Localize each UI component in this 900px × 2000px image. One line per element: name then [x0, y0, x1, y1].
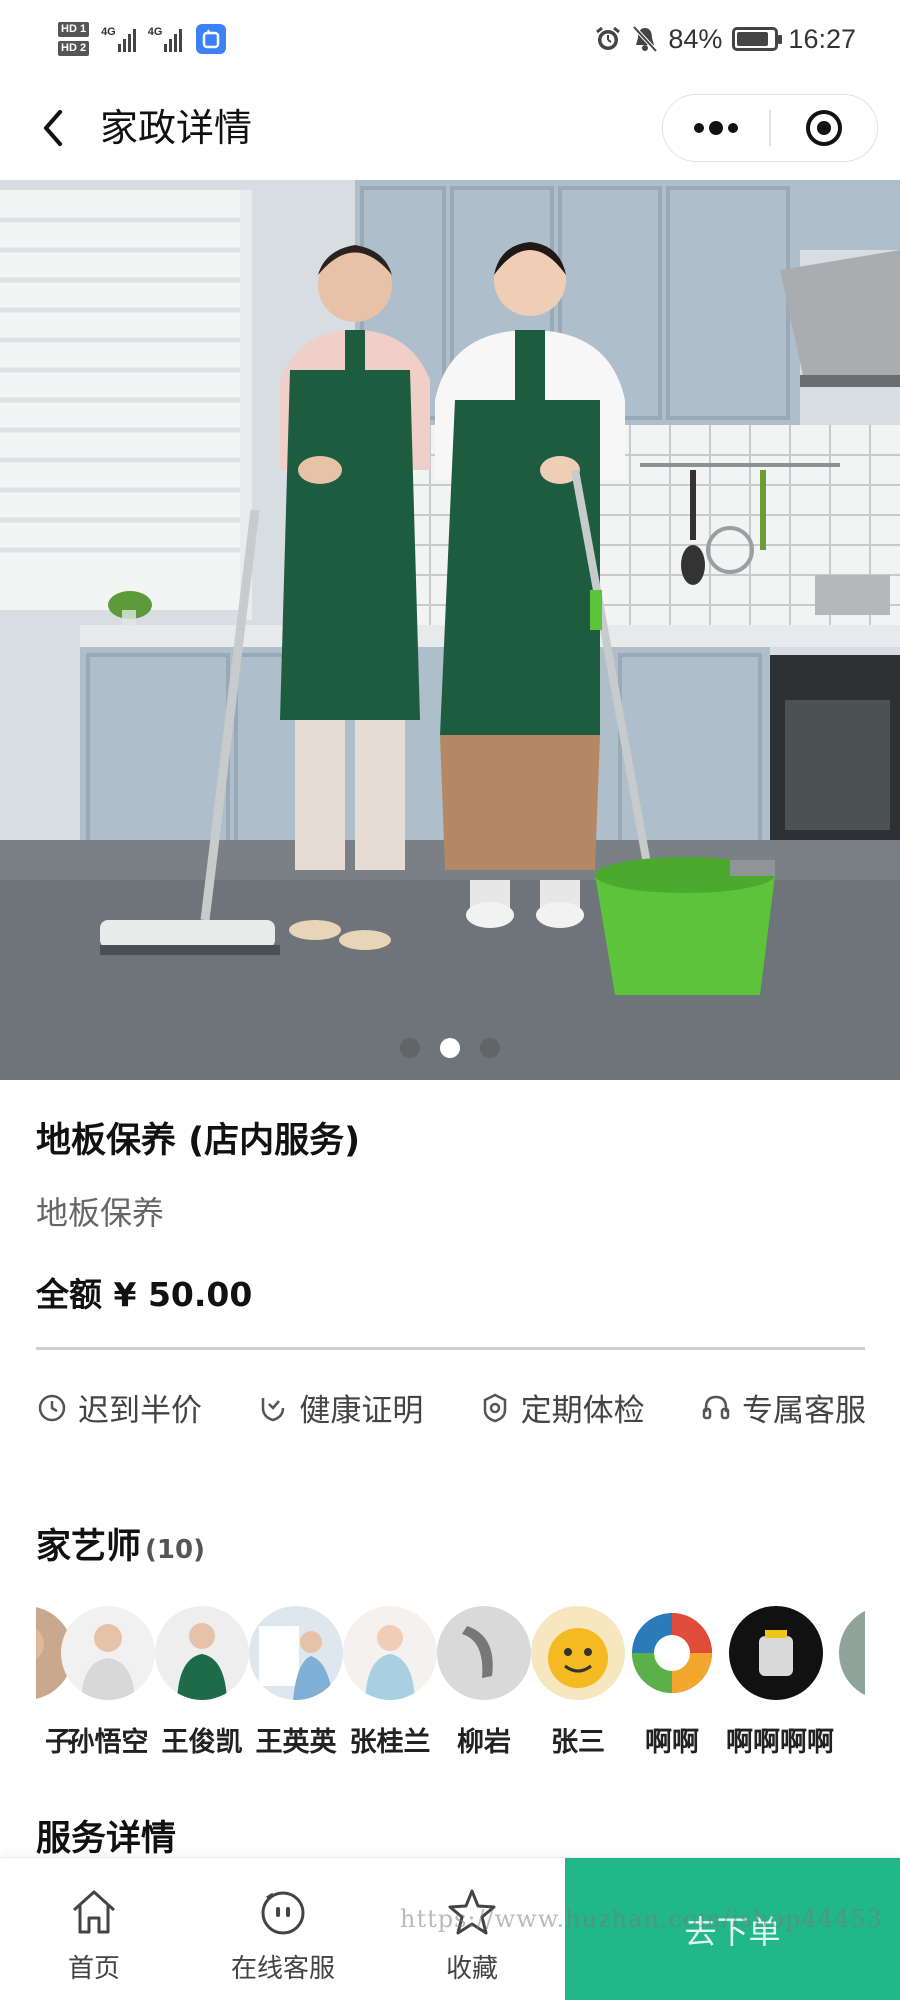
staff-avatar [155, 1606, 249, 1700]
product-image-carousel[interactable] [0, 180, 900, 1080]
staff-card[interactable]: 王俊凯 [152, 1606, 252, 1759]
miniapp-capsule [662, 94, 878, 162]
chat-face-icon [261, 1891, 305, 1935]
staff-avatar [625, 1606, 719, 1700]
staff-avatar [61, 1606, 155, 1700]
product-title: 地板保养 (店内服务) [36, 1121, 361, 1161]
staff-avatar [729, 1606, 823, 1700]
product-photo [0, 180, 900, 1080]
feature-label: 健康证明 [299, 1393, 424, 1429]
network-type-1: 4G [101, 26, 116, 38]
staff-name: 王俊凯 [161, 1727, 243, 1758]
product-subtitle: 地板保养 [36, 1194, 165, 1232]
watermark-text: https://www.huzhan.com/ishop44453 [400, 1905, 883, 1933]
battery-icon [732, 27, 783, 51]
feature-label: 迟到半价 [78, 1393, 202, 1429]
tab-home[interactable]: 首页 [14, 1886, 174, 1985]
clock-time: 16:27 [788, 23, 856, 54]
details-section-title: 服务详情 [36, 1819, 177, 1859]
staff-name: 张桂兰 [349, 1727, 431, 1758]
staff-avatar [437, 1606, 531, 1700]
status-left: HD 1 HD 2 4G 4G [58, 22, 227, 56]
carousel-dot[interactable] [480, 1038, 500, 1058]
staff-card[interactable]: 啊啊啊啊 [726, 1606, 834, 1759]
tab-label: 在线客服 [230, 1954, 335, 1984]
carousel-dot[interactable] [440, 1038, 460, 1058]
staff-avatar [249, 1606, 343, 1700]
staff-section-title: 家艺师 (10) [36, 1518, 205, 1569]
staff-name: 啊啊 [645, 1727, 699, 1758]
tab-favorite[interactable]: 收藏 [392, 1886, 552, 1985]
staff-title: 家艺师 [36, 1527, 142, 1567]
clock-icon [38, 1394, 66, 1421]
tab-label: 首页 [67, 1954, 120, 1984]
hd-indicators: HD 1 HD 2 [58, 22, 90, 56]
carousel-dot[interactable] [400, 1038, 420, 1058]
page-title: 家政详情 [100, 106, 253, 150]
hd2-badge: HD 2 [58, 41, 90, 56]
checkup-badge-icon [483, 1393, 506, 1422]
home-icon [72, 1890, 116, 1934]
notification-app-icon [196, 24, 227, 54]
staff-card[interactable]: 张桂兰 [340, 1606, 440, 1759]
staff-avatar [531, 1606, 625, 1700]
tab-online-service[interactable]: 在线客服 [203, 1886, 363, 1985]
status-right: 84% 16:27 [594, 24, 856, 55]
feature-label: 专属客服 [741, 1393, 866, 1429]
feature-label: 定期体检 [520, 1393, 645, 1429]
staff-name: 王英英 [255, 1727, 337, 1758]
staff-name: 柳岩 [457, 1727, 511, 1758]
staff-count: (10) [145, 1535, 205, 1565]
feature-health-certificate: 健康证明 [257, 1385, 423, 1430]
alarm-icon [596, 26, 621, 50]
more-button[interactable] [663, 95, 769, 161]
hd1-badge: HD 1 [58, 22, 90, 37]
info-divider [36, 1347, 865, 1350]
staff-card-partial[interactable] [836, 1606, 865, 1700]
back-arrow-icon[interactable] [34, 102, 80, 154]
status-bar: HD 1 HD 2 4G 4G 84% 16:27 [0, 0, 900, 78]
staff-card[interactable]: 王英英 [246, 1606, 346, 1759]
service-guarantees: 迟到半价 健康证明 定期体检 专属客服 [36, 1385, 866, 1430]
carousel-indicators [0, 1038, 900, 1058]
feature-late-half-price: 迟到半价 [36, 1385, 202, 1430]
health-shield-icon [262, 1397, 285, 1421]
feature-dedicated-support: 专属客服 [700, 1385, 866, 1430]
staff-card[interactable]: 张三 [528, 1606, 628, 1759]
tab-label: 收藏 [445, 1954, 498, 1984]
battery-percent: 84% [668, 23, 723, 54]
staff-name: 孙悟空 [67, 1727, 149, 1758]
signal-icon: 4G [101, 26, 136, 52]
staff-name: 张三 [551, 1727, 605, 1758]
staff-card[interactable]: 柳岩 [434, 1606, 534, 1759]
staff-carousel[interactable]: 子 孙悟空 王俊凯 王英英 张桂兰 柳岩 张三 啊啊 啊啊啊啊 [36, 1606, 865, 1766]
target-close-icon [805, 110, 842, 146]
nav-bar: 家政详情 [0, 78, 900, 178]
signal-icon-2: 4G [148, 26, 183, 52]
headset-icon [702, 1395, 730, 1419]
staff-card[interactable]: 孙悟空 [58, 1606, 158, 1759]
close-miniapp-button[interactable] [771, 95, 877, 161]
staff-avatar [839, 1606, 865, 1700]
staff-card[interactable]: 啊啊 [622, 1606, 722, 1759]
product-price: 全额 ¥ 50.00 [36, 1275, 253, 1314]
feature-regular-checkup: 定期体检 [479, 1385, 645, 1430]
more-dots-icon [694, 121, 739, 135]
staff-avatar [343, 1606, 437, 1700]
mute-bell-icon [632, 25, 658, 53]
network-type-2: 4G [147, 26, 163, 38]
staff-name: 啊啊啊啊 [726, 1727, 834, 1758]
